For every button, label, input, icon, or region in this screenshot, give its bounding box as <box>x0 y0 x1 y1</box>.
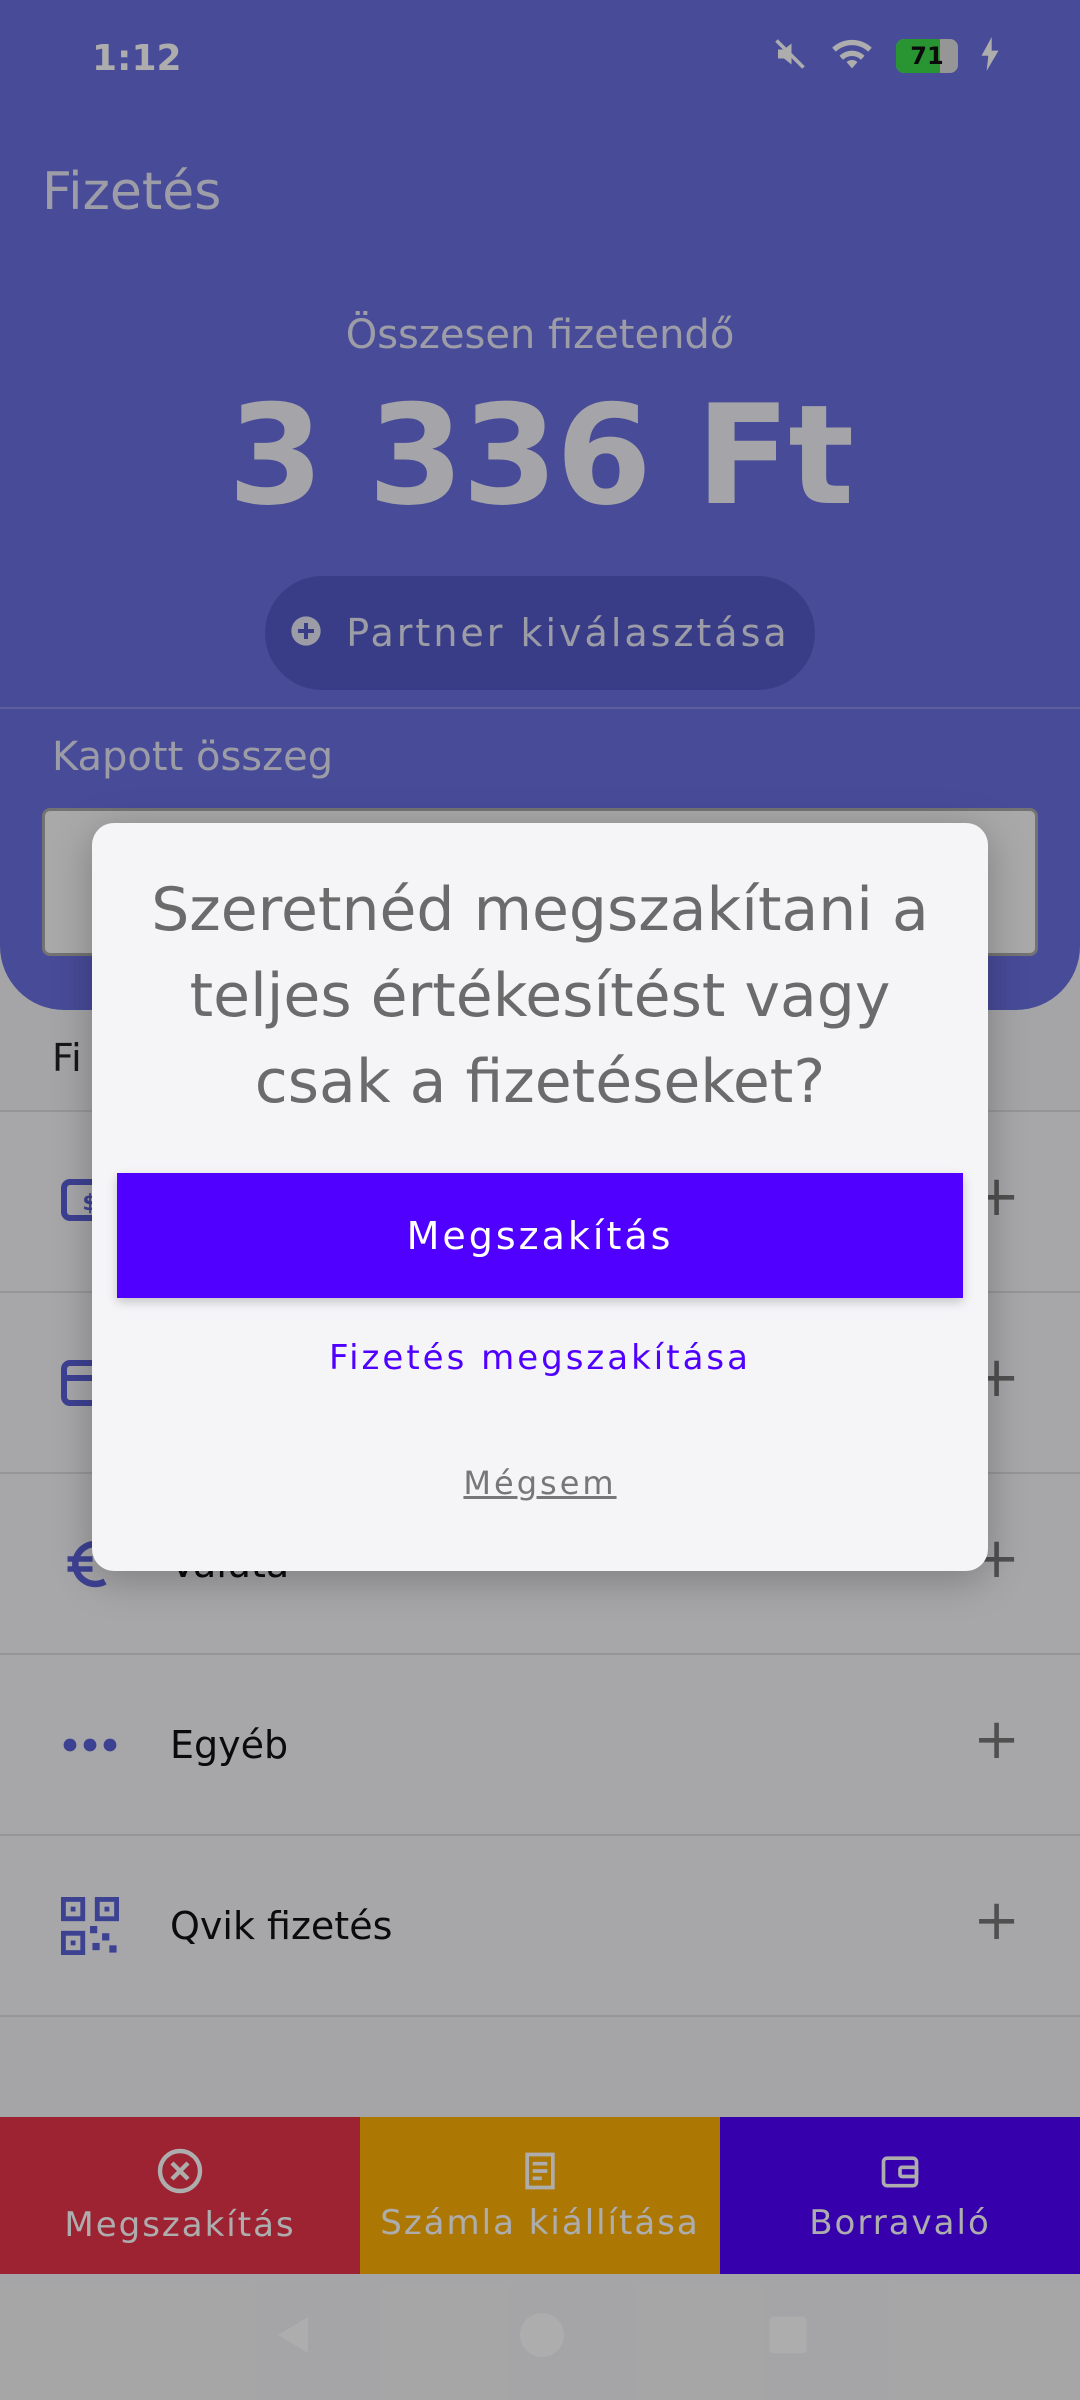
cancel-button[interactable]: Megszakítás <box>117 1173 963 1298</box>
cancel-payment-button[interactable]: Fizetés megszakítása <box>92 1338 988 1378</box>
dialog-title: Szeretnéd megszakítani a teljes értékesí… <box>151 875 929 1117</box>
cancel-dialog: Szeretnéd megszakítani a teljes értékesí… <box>92 823 988 1571</box>
dismiss-button[interactable]: Mégsem <box>92 1464 988 1502</box>
